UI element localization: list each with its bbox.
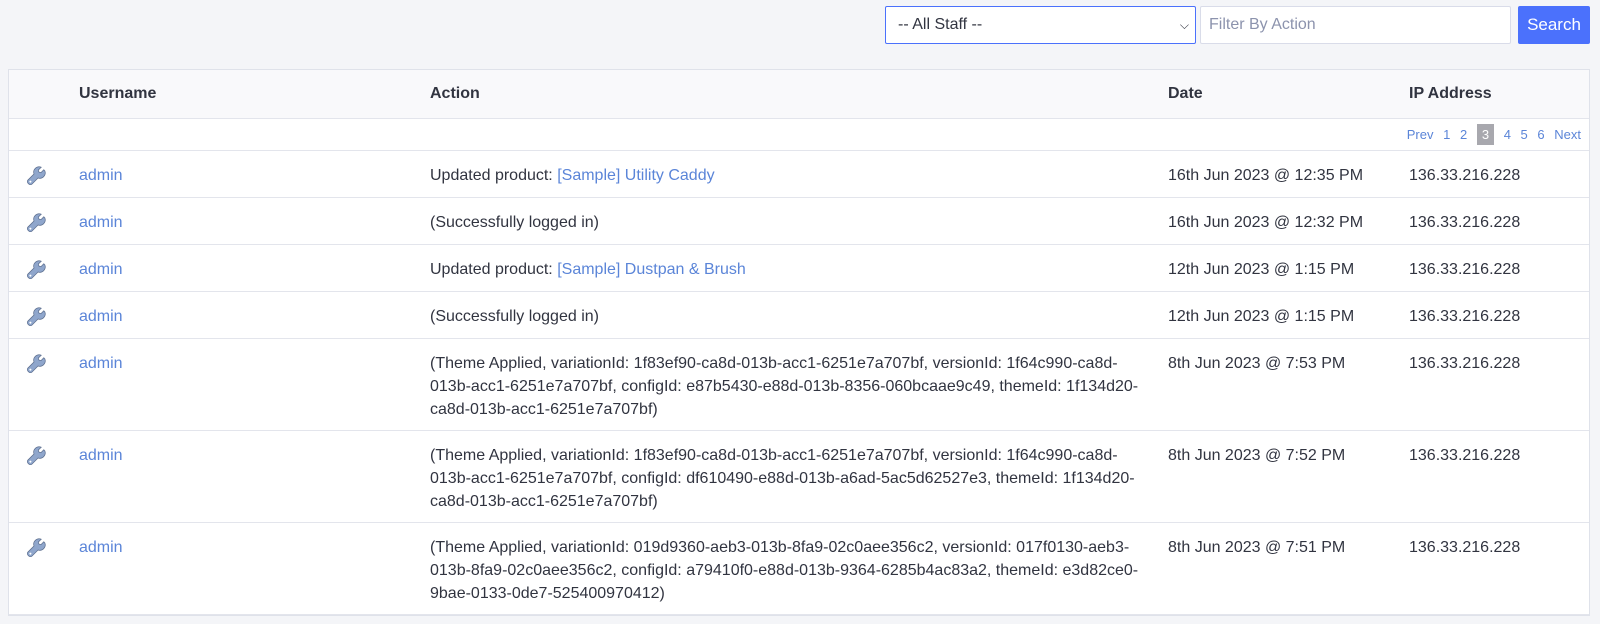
wrench-icon	[26, 166, 46, 186]
filter-by-action-input[interactable]	[1200, 6, 1511, 44]
wrench-icon	[26, 354, 46, 374]
ip-cell: 136.33.216.228	[1409, 539, 1521, 556]
table-row: admin (Successfully logged in) 16th Jun …	[9, 198, 1589, 245]
pager-page-1[interactable]: 1	[1443, 127, 1450, 142]
wrench-icon	[26, 446, 46, 466]
pager-next-link[interactable]: Next	[1554, 127, 1581, 142]
username-link[interactable]: admin	[79, 167, 123, 184]
date-cell: 12th Jun 2023 @ 1:15 PM	[1168, 261, 1355, 278]
pager-page-2[interactable]: 2	[1460, 127, 1467, 142]
table-header: Username Action Date IP Address	[9, 70, 1589, 119]
table-row: admin Updated product: [Sample] Utility …	[9, 151, 1589, 198]
date-cell: 8th Jun 2023 @ 7:52 PM	[1168, 447, 1346, 464]
action-cell: (Theme Applied, variationId: 1f83ef90-ca…	[430, 444, 1168, 513]
wrench-icon	[26, 538, 46, 558]
table-row: admin (Successfully logged in) 12th Jun …	[9, 292, 1589, 339]
username-column-header: Username	[79, 85, 157, 102]
staff-log-table: Username Action Date IP Address Prev 1 2…	[8, 69, 1590, 616]
product-link[interactable]: [Sample] Utility Caddy	[557, 167, 714, 184]
date-cell: 16th Jun 2023 @ 12:32 PM	[1168, 214, 1364, 231]
staff-select-value: -- All Staff --	[898, 16, 983, 33]
wrench-icon	[26, 260, 46, 280]
staff-select[interactable]: -- All Staff -- ⌵	[885, 6, 1196, 44]
action-cell: (Theme Applied, variationId: 019d9360-ae…	[430, 536, 1168, 605]
wrench-icon	[26, 213, 46, 233]
pager-prev-link[interactable]: Prev	[1407, 127, 1434, 142]
ip-cell: 136.33.216.228	[1409, 447, 1521, 464]
ip-cell: 136.33.216.228	[1409, 167, 1521, 184]
chevron-down-icon: ⌵	[1179, 17, 1189, 32]
ip-column-header: IP Address	[1409, 85, 1492, 102]
username-link[interactable]: admin	[79, 214, 123, 231]
action-text: (Successfully logged in)	[430, 308, 599, 325]
wrench-icon	[26, 307, 46, 327]
action-text: (Theme Applied, variationId: 1f83ef90-ca…	[430, 355, 1139, 418]
action-text: (Successfully logged in)	[430, 214, 599, 231]
date-cell: 12th Jun 2023 @ 1:15 PM	[1168, 308, 1355, 325]
username-link[interactable]: admin	[79, 447, 123, 464]
table-row: admin Updated product: [Sample] Dustpan …	[9, 245, 1589, 292]
ip-cell: 136.33.216.228	[1409, 308, 1521, 325]
table-body: admin Updated product: [Sample] Utility …	[9, 151, 1589, 615]
ip-cell: 136.33.216.228	[1409, 214, 1521, 231]
table-row: admin (Theme Applied, variationId: 1f83e…	[9, 431, 1589, 523]
pager-page-5[interactable]: 5	[1521, 127, 1528, 142]
date-cell: 16th Jun 2023 @ 12:35 PM	[1168, 167, 1364, 184]
action-cell: (Successfully logged in)	[430, 305, 1168, 328]
action-cell: (Theme Applied, variationId: 1f83ef90-ca…	[430, 352, 1168, 421]
action-text: (Theme Applied, variationId: 1f83ef90-ca…	[430, 447, 1135, 510]
pagination: Prev 1 2 3 4 5 6 Next	[1401, 124, 1581, 145]
username-link[interactable]: admin	[79, 539, 123, 556]
action-prefix: Updated product:	[430, 261, 558, 278]
username-link[interactable]: admin	[79, 355, 123, 372]
action-text: (Theme Applied, variationId: 019d9360-ae…	[430, 539, 1139, 602]
ip-cell: 136.33.216.228	[1409, 261, 1521, 278]
search-button[interactable]: Search	[1518, 6, 1590, 44]
date-cell: 8th Jun 2023 @ 7:53 PM	[1168, 355, 1346, 372]
date-column-header: Date	[1168, 85, 1203, 102]
pager-page-4[interactable]: 4	[1504, 127, 1511, 142]
log-toolbar: -- All Staff -- ⌵ Search	[885, 6, 1590, 44]
username-link[interactable]: admin	[79, 308, 123, 325]
action-column-header: Action	[430, 85, 480, 102]
product-link[interactable]: [Sample] Dustpan & Brush	[557, 261, 746, 278]
pager-page-6[interactable]: 6	[1537, 127, 1544, 142]
table-row: admin (Theme Applied, variationId: 019d9…	[9, 523, 1589, 615]
username-link[interactable]: admin	[79, 261, 123, 278]
date-cell: 8th Jun 2023 @ 7:51 PM	[1168, 539, 1346, 556]
pagination-row: Prev 1 2 3 4 5 6 Next	[9, 119, 1589, 151]
action-cell: Updated product: [Sample] Utility Caddy	[430, 164, 1168, 187]
pager-current-page: 3	[1476, 124, 1495, 145]
action-prefix: Updated product:	[430, 167, 558, 184]
action-cell: (Successfully logged in)	[430, 211, 1168, 234]
action-cell: Updated product: [Sample] Dustpan & Brus…	[430, 258, 1168, 281]
ip-cell: 136.33.216.228	[1409, 355, 1521, 372]
table-row: admin (Theme Applied, variationId: 1f83e…	[9, 339, 1589, 431]
